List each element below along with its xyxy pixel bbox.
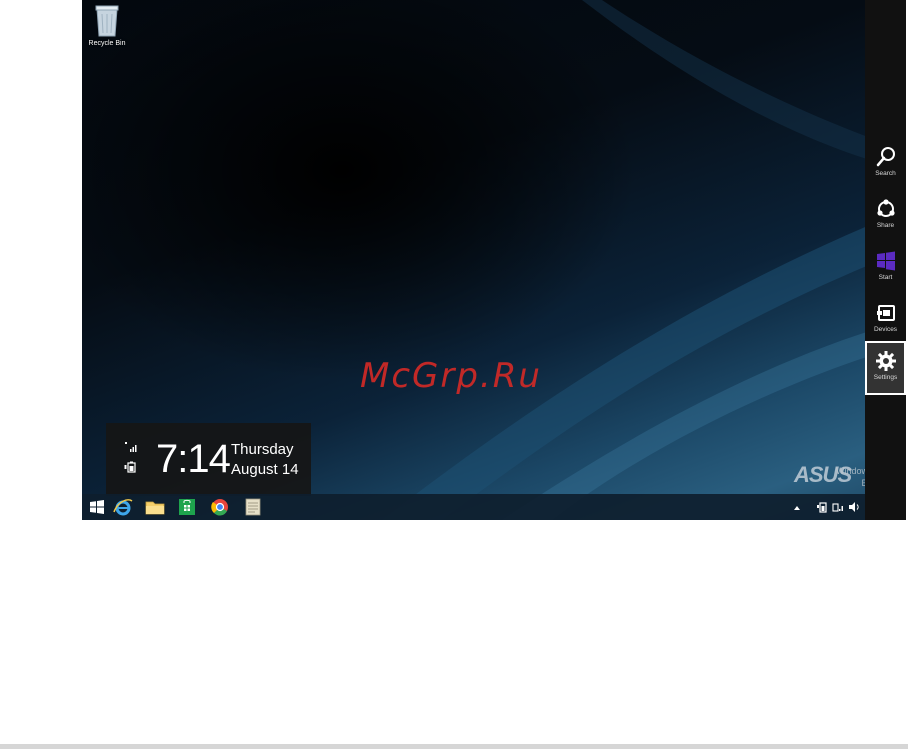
charm-start[interactable]: Start [865, 244, 906, 294]
volume-icon[interactable] [848, 501, 860, 513]
share-icon [876, 199, 895, 217]
taskbar [82, 494, 906, 520]
file-explorer-icon[interactable] [144, 497, 166, 517]
charm-share[interactable]: Share [865, 192, 906, 242]
charm-label: Share [876, 222, 895, 229]
start-icon[interactable] [86, 497, 108, 517]
devices-icon [876, 305, 895, 321]
charm-label: Start [878, 274, 893, 281]
watermark-text: McGrp.Ru [360, 356, 542, 396]
charm-devices[interactable]: Devices [865, 296, 906, 346]
recycle-bin-icon [95, 5, 119, 37]
date-time-overlay: 7:14 Thursday August 14 [106, 423, 311, 496]
desktop-screen: Recycle Bin McGrp.Ru 7:14 Thursday Augus… [82, 0, 906, 520]
recycle-bin-label: Recycle Bin [88, 40, 126, 47]
store-icon[interactable] [176, 497, 198, 517]
windows-logo-icon [876, 251, 895, 271]
charm-search[interactable]: Search [865, 140, 906, 190]
search-icon [876, 147, 895, 167]
power-icon[interactable] [817, 501, 829, 513]
notepad-icon[interactable] [242, 497, 264, 517]
charm-label: Settings [873, 374, 898, 381]
clock-date: August 14 [231, 461, 299, 478]
clock-time: 7:14 [156, 437, 231, 481]
signal-icon [125, 442, 137, 452]
battery-plugged-icon [124, 461, 136, 473]
recycle-bin[interactable]: Recycle Bin [82, 0, 132, 54]
charm-label: Devices [873, 326, 898, 333]
show-hidden-icons-icon[interactable] [793, 501, 801, 513]
charms-bar: Search Share Start Devices Settings [865, 0, 906, 520]
charm-label: Search [875, 170, 896, 177]
charm-settings[interactable]: Settings [865, 341, 906, 395]
gear-icon [875, 351, 896, 371]
clock-day: Thursday [231, 441, 294, 458]
page-bottom-rule [0, 744, 908, 749]
internet-explorer-icon[interactable] [112, 497, 134, 517]
chrome-icon[interactable] [209, 497, 231, 517]
network-icon[interactable] [832, 501, 844, 513]
